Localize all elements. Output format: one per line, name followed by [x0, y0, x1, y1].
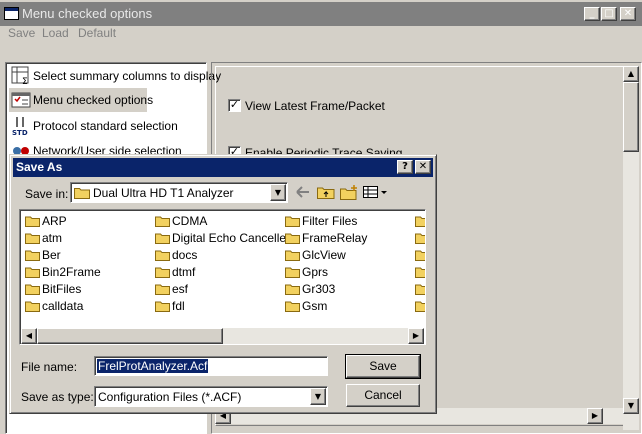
folder-name: Filter Files — [302, 214, 358, 228]
chevron-down-icon[interactable]: ▼ — [270, 184, 286, 201]
dialog-title-bar: Save As ? ✕ — [13, 158, 433, 177]
folder-name: ARP — [42, 214, 67, 228]
folder-name: calldata — [42, 299, 84, 313]
folder-icon — [25, 250, 40, 261]
folder-icon — [285, 233, 300, 244]
folder-icon — [25, 233, 40, 244]
folder-icon — [155, 284, 170, 295]
folder-name: Gsm — [302, 299, 328, 313]
protocol-standard-icon: STD — [12, 117, 28, 136]
folder-icon — [25, 301, 40, 312]
folder-icon — [415, 301, 425, 312]
folder-icon — [285, 250, 300, 261]
folder-icon — [155, 250, 170, 261]
new-folder-icon[interactable] — [338, 182, 360, 202]
folder-name: Gprs — [302, 265, 329, 279]
options-scrollbar[interactable]: ▲ ▼ — [623, 66, 639, 430]
folder-name: FrameRelay — [302, 231, 368, 245]
folder-icon — [25, 216, 40, 227]
save-as-type-label: Save as type: — [21, 390, 94, 404]
file-list[interactable]: ARP atm Ber Bin2Frame BitFiles calldata CDMA Di… — [19, 209, 426, 345]
scroll-right-button[interactable]: ▶ — [587, 408, 603, 424]
folder-icon — [415, 284, 425, 295]
folder-icon — [285, 216, 300, 227]
view-menu-icon[interactable] — [362, 182, 390, 202]
save-button[interactable]: Save — [345, 354, 421, 379]
folder-name: fdl — [172, 299, 185, 313]
folder-name: Digital Echo Canceller — [172, 231, 291, 245]
folder-name: atm — [42, 231, 63, 245]
sidebar-item-label: Menu checked options — [33, 93, 154, 107]
dialog-title: Save As — [16, 160, 63, 174]
folder-icon — [155, 233, 170, 244]
folder-icon — [25, 267, 40, 278]
help-button[interactable]: ? — [397, 160, 413, 174]
folder-name: Gr303 — [302, 282, 336, 296]
folder-name: Ber — [42, 248, 61, 262]
folder-name: CDMA — [172, 214, 208, 228]
folder-icon — [155, 216, 170, 227]
up-folder-icon[interactable] — [315, 182, 337, 202]
save-as-type-value: Configuration Files (*.ACF) — [98, 390, 242, 404]
folder-icon — [155, 301, 170, 312]
file-name-label: File name: — [21, 360, 78, 374]
sidebar-item-protocol-standard[interactable]: STD Protocol standard selection — [9, 114, 205, 138]
folder-name: Bin2Frame — [42, 265, 101, 279]
folder-name: GlcView — [302, 248, 346, 262]
sidebar-item-summary-columns[interactable]: Σ Select summary columns to display — [9, 64, 221, 88]
save-as-type-dropdown[interactable]: Configuration Files (*.ACF) ▼ — [94, 386, 328, 407]
sidebar-item-menu-checked[interactable]: Menu checked options — [9, 88, 153, 112]
minimize-button[interactable]: _ — [584, 7, 600, 21]
save-in-dropdown[interactable]: Dual Ultra HD T1 Analyzer ▼ — [70, 182, 288, 203]
folder-icon — [25, 284, 40, 295]
window-title: Menu checked options — [22, 6, 153, 21]
file-list-hscrollbar[interactable]: ◀ ▶ — [21, 328, 424, 344]
folder-icon — [285, 267, 300, 278]
svg-text:Σ: Σ — [22, 77, 28, 86]
folder-name: dtmf — [172, 265, 196, 279]
menu-checked-icon — [11, 92, 31, 108]
close-button[interactable]: ✕ — [620, 7, 636, 21]
folder-name: esf — [172, 282, 189, 296]
main-title-bar: Menu checked options _ □ ✕ — [0, 2, 642, 26]
folder-icon — [285, 301, 300, 312]
folder-name: BitFiles — [42, 282, 82, 296]
scroll-down-button[interactable]: ▼ — [623, 398, 639, 414]
folder-icon — [415, 233, 425, 244]
summary-columns-icon: Σ — [11, 66, 29, 86]
scroll-up-button[interactable]: ▲ — [623, 66, 639, 82]
option-checkbox-latest-frame[interactable]: ✓ — [228, 99, 241, 112]
folder-icon — [285, 284, 300, 295]
folder-icon — [415, 250, 425, 261]
menu-bar: Save Load Default — [0, 26, 642, 46]
window-icon — [4, 7, 19, 20]
dialog-close-button[interactable]: ✕ — [415, 160, 431, 174]
svg-text:STD: STD — [12, 129, 28, 136]
option-label-latest-frame: View Latest Frame/Packet — [245, 99, 385, 113]
maximize-button[interactable]: □ — [601, 7, 617, 21]
save-as-dialog: Save As ? ✕ Save in: Dual Ultra HD T1 An… — [9, 154, 437, 414]
folder-icon — [155, 267, 170, 278]
folder-name: docs — [172, 248, 198, 262]
scroll-left-button[interactable]: ◀ — [21, 328, 37, 344]
menu-default[interactable]: Default — [78, 26, 116, 40]
folder-icon — [415, 267, 425, 278]
scroll-right-button[interactable]: ▶ — [408, 328, 424, 344]
back-arrow-icon[interactable] — [292, 182, 314, 202]
save-in-value: Dual Ultra HD T1 Analyzer — [93, 186, 234, 200]
cancel-button[interactable]: Cancel — [346, 384, 420, 407]
folder-icon — [74, 188, 90, 199]
save-in-label: Save in: — [25, 187, 69, 201]
scroll-thumb[interactable] — [623, 82, 639, 152]
sidebar-item-label: Protocol standard selection — [33, 119, 178, 133]
chevron-down-icon[interactable]: ▼ — [310, 388, 326, 405]
menu-load[interactable]: Load — [42, 26, 69, 40]
menu-save[interactable]: Save — [8, 26, 35, 40]
file-name-input[interactable]: FrelProtAnalyzer.Acf — [94, 356, 328, 376]
folder-icon — [415, 216, 425, 227]
sidebar-item-label: Select summary columns to display — [33, 69, 222, 83]
scroll-thumb[interactable] — [37, 328, 223, 344]
file-name-value: FrelProtAnalyzer.Acf — [97, 359, 209, 373]
